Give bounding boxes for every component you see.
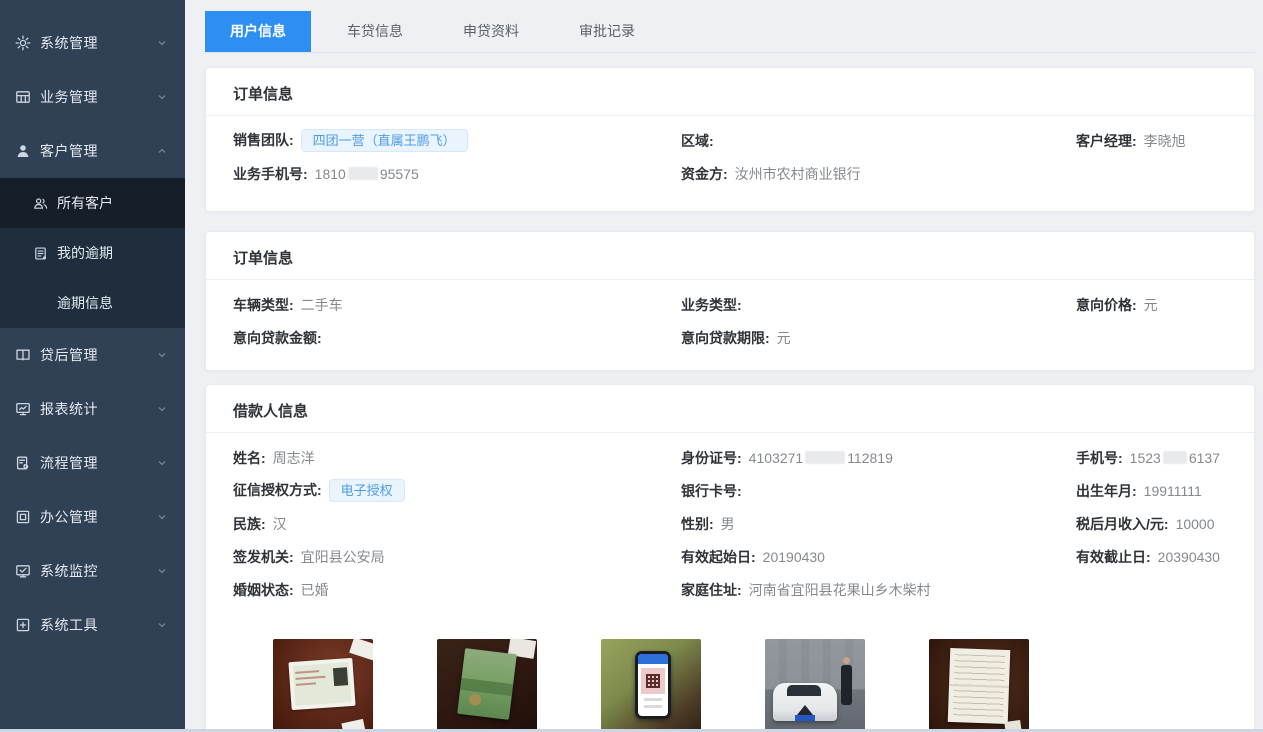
field-valid-from: 有效起始日:20190430 — [681, 547, 1076, 567]
field-id-number: 身份证号:4103271112819 — [681, 448, 1076, 468]
section-title: 借款人信息 — [206, 385, 1254, 433]
gear-icon — [15, 35, 31, 51]
field-funding-party: 资金方:汝州市农村商业银行 — [681, 164, 1076, 184]
sidebar-item-process-management[interactable]: 流程管理 — [0, 436, 185, 490]
field-ethnicity: 民族:汉 — [233, 514, 681, 534]
id-card-photo[interactable] — [273, 639, 373, 732]
field-gender: 性别:男 — [681, 514, 1076, 534]
sidebar-item-label: 办公管理 — [40, 507, 98, 527]
field-bank-card-number: 银行卡号: — [681, 481, 1076, 501]
sidebar-item-all-customers[interactable]: 所有客户 — [0, 178, 185, 228]
chevron-down-icon — [157, 350, 167, 360]
field-credit-auth-method: 征信授权方式:电子授权 — [233, 479, 681, 503]
user-icon — [15, 143, 31, 159]
e-auth-tag: 电子授权 — [329, 479, 405, 503]
chevron-down-icon — [157, 92, 167, 102]
tab-loan-application-material[interactable]: 申贷资料 — [439, 11, 543, 52]
tab-user-info[interactable]: 用户信息 — [205, 11, 311, 52]
sidebar-item-office-management[interactable]: 办公管理 — [0, 490, 185, 544]
field-intended-loan-term: 意向贷款期限:元 — [681, 328, 1076, 348]
order-info-card-2: 订单信息 车辆类型:二手车 业务类型: 意向价格:元 意向贷款金额: 意向贷款期… — [205, 231, 1255, 371]
field-monthly-income: 税后月收入/元:10000 — [1076, 514, 1244, 534]
field-vehicle-type: 车辆类型:二手车 — [233, 295, 681, 315]
document-photos: 身份证 驾驶证照片 授权码照片 — [206, 639, 1254, 732]
section-title: 订单信息 — [206, 232, 1254, 280]
field-sales-team: 销售团队:四团一营（直属王鹏飞） — [233, 129, 681, 153]
document-icon — [33, 246, 48, 261]
sidebar-item-system-tools[interactable]: 系统工具 — [0, 598, 185, 652]
field-account-manager: 客户经理:李晓旭 — [1076, 131, 1244, 151]
field-marital-status: 婚姻状态:已婚 — [233, 580, 681, 600]
phone-qr-photo[interactable] — [601, 639, 701, 732]
field-business-phone: 业务手机号:181095575 — [233, 164, 681, 184]
sidebar-item-label: 系统监控 — [40, 561, 98, 581]
sidebar-item-my-overdue[interactable]: 我的逾期 — [0, 228, 185, 278]
sidebar-item-label: 逾期信息 — [57, 293, 113, 313]
chevron-down-icon — [157, 38, 167, 48]
chevron-down-icon — [157, 512, 167, 522]
field-mobile: 手机号:15236137 — [1076, 448, 1244, 468]
person-with-car-photo[interactable] — [765, 639, 865, 732]
sidebar-item-post-loan-management[interactable]: 贷后管理 — [0, 328, 185, 382]
field-business-type: 业务类型: — [681, 295, 1076, 315]
sidebar-item-label: 系统工具 — [40, 615, 98, 635]
office-icon — [15, 509, 31, 525]
tab-approval-record[interactable]: 审批记录 — [555, 11, 659, 52]
sidebar-item-business-management[interactable]: 业务管理 — [0, 70, 185, 124]
field-intended-loan-amount: 意向贷款金额: — [233, 328, 681, 348]
field-home-address: 家庭住址:河南省宜阳县花果山乡木柴村 — [681, 580, 1076, 600]
field-birth-date: 出生年月:19911111 — [1076, 481, 1244, 501]
sidebar-item-label: 流程管理 — [40, 453, 98, 473]
paper-document-photo[interactable] — [929, 639, 1029, 732]
book-icon — [15, 347, 31, 363]
sidebar-item-report-statistics[interactable]: 报表统计 — [0, 382, 185, 436]
order-info-card-1: 订单信息 销售团队:四团一营（直属王鹏飞） 区域: 客户经理:李晓旭 业务手机号… — [205, 67, 1255, 212]
chevron-down-icon — [157, 566, 167, 576]
tab-car-loan-info[interactable]: 车贷信息 — [323, 11, 427, 52]
sidebar-item-label: 客户管理 — [40, 141, 98, 161]
sidebar-item-label: 报表统计 — [40, 399, 98, 419]
redaction-blur — [348, 167, 378, 180]
flow-icon — [15, 455, 31, 471]
sidebar-item-system-management[interactable]: 系统管理 — [0, 16, 185, 70]
redaction-blur — [805, 451, 845, 464]
section-title: 订单信息 — [206, 68, 1254, 116]
peoples-icon — [33, 196, 48, 211]
sidebar-item-label: 系统管理 — [40, 33, 98, 53]
customer-management-submenu: 所有客户 我的逾期 逾期信息 — [0, 178, 185, 328]
tools-icon — [15, 617, 31, 633]
sidebar-item-system-monitor[interactable]: 系统监控 — [0, 544, 185, 598]
sidebar-item-label: 我的逾期 — [57, 243, 113, 263]
chevron-down-icon — [157, 620, 167, 630]
sidebar-item-label: 贷后管理 — [40, 345, 98, 365]
grid-icon — [15, 89, 31, 105]
chart-icon — [15, 401, 31, 417]
sales-team-tag: 四团一营（直属王鹏飞） — [301, 129, 468, 153]
sidebar: 系统管理 业务管理 客户管理 所有客户 我的逾期 逾期信息 — [0, 0, 185, 732]
field-region: 区域: — [681, 131, 1076, 151]
chevron-up-icon — [157, 146, 167, 156]
borrower-info-card: 借款人信息 姓名:周志洋 身份证号:4103271112819 手机号:1523… — [205, 384, 1255, 732]
chevron-down-icon — [157, 458, 167, 468]
field-issuing-authority: 签发机关:宜阳县公安局 — [233, 547, 681, 567]
sidebar-item-label: 业务管理 — [40, 87, 98, 107]
monitor-icon — [15, 563, 31, 579]
field-valid-until: 有效截止日:20390430 — [1076, 547, 1244, 567]
sidebar-item-label: 所有客户 — [57, 193, 113, 213]
chevron-down-icon — [157, 404, 167, 414]
field-name: 姓名:周志洋 — [233, 448, 681, 468]
redaction-blur — [1163, 451, 1187, 464]
field-intended-price: 意向价格:元 — [1076, 295, 1244, 315]
detail-tabbar: 用户信息 车贷信息 申贷资料 审批记录 — [205, 12, 1255, 53]
sidebar-item-customer-management[interactable]: 客户管理 — [0, 124, 185, 178]
sidebar-item-overdue-info[interactable]: 逾期信息 — [0, 278, 185, 328]
green-booklet-photo[interactable] — [437, 639, 537, 732]
main-content: 用户信息 车贷信息 申贷资料 审批记录 订单信息 销售团队:四团一营（直属王鹏飞… — [185, 0, 1263, 732]
